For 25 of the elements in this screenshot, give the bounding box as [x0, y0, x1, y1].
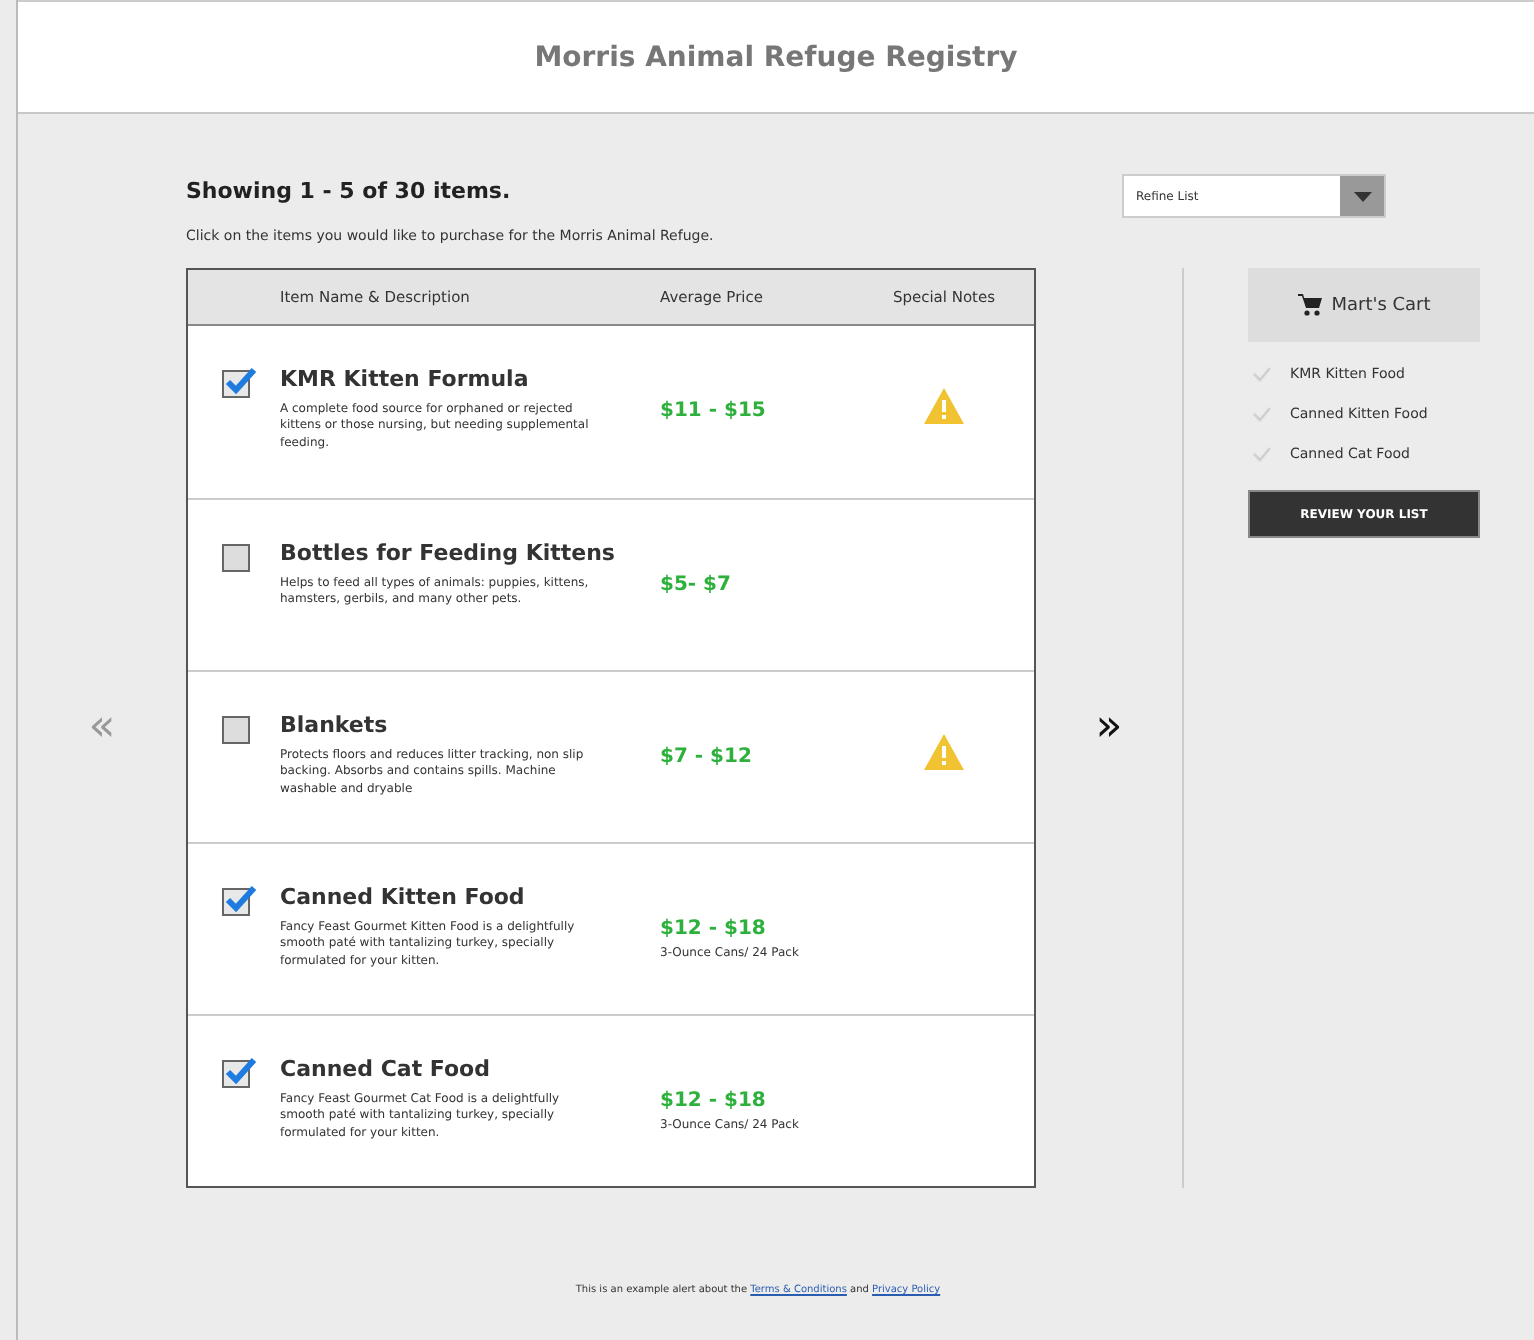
item-checkbox[interactable] [222, 370, 250, 398]
cart-title: Mart's Cart [1331, 295, 1431, 315]
next-page-button[interactable]: » [1095, 706, 1123, 750]
item-name: Canned Kitten Food [280, 884, 527, 910]
check-icon [1252, 446, 1272, 462]
cart-header[interactable]: Mart's Cart [1248, 268, 1480, 342]
item-checkbox[interactable] [222, 888, 250, 916]
price-range: $12 - $18 [660, 1090, 768, 1112]
price-range: $12 - $18 [660, 918, 768, 940]
item-checkbox[interactable] [222, 544, 250, 572]
item-name: KMR Kitten Formula [280, 366, 531, 392]
item-name: Bottles for Feeding Kittens [280, 540, 617, 566]
price-range: $5- $7 [660, 574, 733, 596]
item-checkbox[interactable] [222, 716, 250, 744]
cart-icon [1297, 294, 1322, 316]
check-icon [1252, 366, 1272, 382]
results-count: Showing 1 - 5 of 30 items. [186, 178, 513, 204]
price-range: $11 - $15 [660, 400, 768, 422]
item-name: Canned Cat Food [280, 1056, 492, 1082]
item-name: Blankets [280, 712, 390, 738]
page-title: Morris Animal Refuge Registry [534, 41, 1018, 73]
price-range: $7 - $12 [660, 746, 754, 768]
check-icon [1252, 406, 1272, 422]
caret-icon [1353, 191, 1371, 201]
item-checkbox[interactable] [222, 1060, 250, 1088]
